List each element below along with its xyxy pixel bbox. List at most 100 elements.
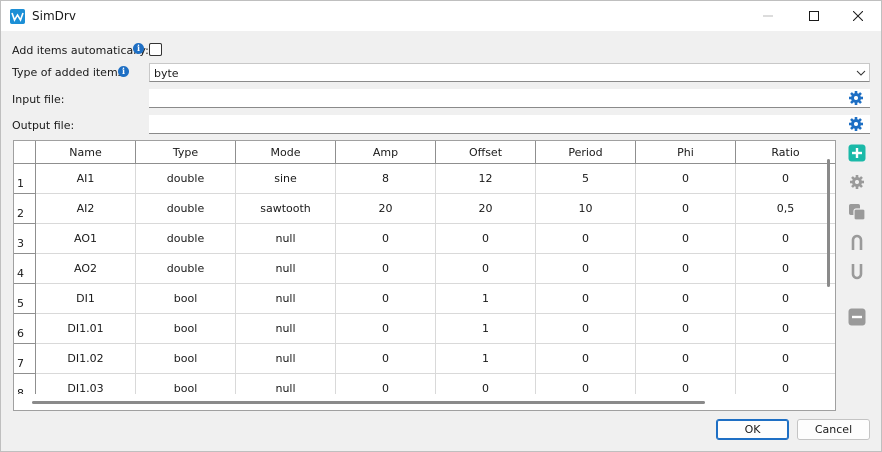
table-cell[interactable]: 0 (336, 344, 436, 374)
table-cell[interactable]: 0 (736, 224, 835, 254)
table-cell[interactable]: null (236, 224, 336, 254)
column-header-type[interactable]: Type (136, 141, 236, 164)
simdrv-dialog: SimDrv Add items automatically: i Type o… (0, 0, 882, 452)
table-cell[interactable]: DI1 (36, 284, 136, 314)
type-select[interactable]: byte (149, 63, 870, 82)
gear-icon[interactable] (848, 116, 864, 132)
table-cell[interactable]: 0 (336, 314, 436, 344)
row-number[interactable]: 1 (14, 164, 36, 194)
add-auto-label: Add items automatically: (12, 44, 149, 57)
table-cell[interactable]: sine (236, 164, 336, 194)
remove-icon[interactable] (847, 307, 866, 326)
table-cell[interactable]: 0 (636, 314, 736, 344)
cancel-button[interactable]: Cancel (797, 419, 870, 440)
table-cell[interactable]: null (236, 344, 336, 374)
vertical-scrollbar[interactable] (827, 159, 830, 287)
table-cell[interactable]: 12 (436, 164, 536, 194)
table-cell[interactable]: 0 (436, 224, 536, 254)
table-cell[interactable]: AI2 (36, 194, 136, 224)
table-cell[interactable]: 0 (736, 254, 835, 284)
gear-icon[interactable] (847, 172, 866, 191)
column-header-ratio[interactable]: Ratio (736, 141, 835, 164)
table-cell[interactable]: 0,5 (736, 194, 835, 224)
table-cell[interactable]: sawtooth (236, 194, 336, 224)
table-cell[interactable]: 10 (536, 194, 636, 224)
row-number[interactable]: 3 (14, 224, 36, 254)
table-cell[interactable]: 1 (436, 344, 536, 374)
horizontal-scrollbar[interactable] (32, 401, 705, 404)
row-number[interactable]: 5 (14, 284, 36, 314)
table-cell[interactable]: bool (136, 314, 236, 344)
table-cell[interactable]: null (236, 284, 336, 314)
table-cell[interactable]: 0 (636, 254, 736, 284)
column-header-amp[interactable]: Amp (336, 141, 436, 164)
table-cell[interactable]: DI1.02 (36, 344, 136, 374)
column-header-phi[interactable]: Phi (636, 141, 736, 164)
info-icon[interactable]: i (133, 43, 144, 54)
column-header-offset[interactable]: Offset (436, 141, 536, 164)
table-cell[interactable]: 0 (736, 314, 835, 344)
title-bar[interactable]: SimDrv (1, 1, 881, 31)
table-cell[interactable]: null (236, 254, 336, 284)
add-auto-checkbox[interactable] (149, 43, 162, 56)
row-number[interactable]: 2 (14, 194, 36, 224)
table-cell[interactable]: 0 (336, 224, 436, 254)
ok-button[interactable]: OK (716, 419, 789, 440)
table-cell[interactable]: 0 (736, 164, 835, 194)
table-cell[interactable]: 0 (536, 284, 636, 314)
table-cell[interactable]: 20 (436, 194, 536, 224)
table-cell[interactable]: 1 (436, 284, 536, 314)
table-cell[interactable]: 0 (736, 344, 835, 374)
input-file-field[interactable] (149, 89, 870, 108)
close-button[interactable] (835, 1, 881, 31)
table-cell[interactable]: 8 (336, 164, 436, 194)
output-file-field[interactable] (149, 115, 870, 134)
table-cell[interactable]: 0 (536, 224, 636, 254)
table-cell[interactable]: 0 (536, 314, 636, 344)
column-header-name[interactable]: Name (36, 141, 136, 164)
table-cell[interactable]: double (136, 224, 236, 254)
table-cell[interactable]: 1 (436, 314, 536, 344)
type-label: Type of added items: (12, 66, 128, 79)
table-cell[interactable]: 0 (636, 194, 736, 224)
table-cell[interactable]: 0 (336, 254, 436, 284)
move-down-icon[interactable] (847, 262, 866, 281)
table-cell[interactable]: bool (136, 344, 236, 374)
table-cell[interactable]: null (236, 314, 336, 344)
table-cell[interactable]: double (136, 254, 236, 284)
table-cell[interactable]: AO2 (36, 254, 136, 284)
table-cell[interactable]: 0 (436, 254, 536, 284)
row-number[interactable]: 6 (14, 314, 36, 344)
table-cell[interactable]: 0 (636, 284, 736, 314)
table-cell[interactable]: 20 (336, 194, 436, 224)
app-logo-icon (10, 9, 25, 24)
table-corner[interactable] (14, 141, 36, 164)
maximize-button[interactable] (791, 1, 837, 31)
table-cell[interactable]: 0 (636, 164, 736, 194)
table-cell[interactable]: AO1 (36, 224, 136, 254)
table-cell[interactable]: DI1.01 (36, 314, 136, 344)
output-file-label: Output file: (12, 119, 75, 132)
row-number[interactable]: 7 (14, 344, 36, 374)
duplicate-icon[interactable] (847, 202, 866, 221)
table-cell[interactable]: AI1 (36, 164, 136, 194)
table-cell[interactable]: double (136, 164, 236, 194)
table-cell[interactable]: 0 (636, 224, 736, 254)
table-cell[interactable]: double (136, 194, 236, 224)
table-cell[interactable]: bool (136, 284, 236, 314)
table-cell[interactable]: 0 (736, 284, 835, 314)
table-cell[interactable]: 0 (636, 344, 736, 374)
row-number[interactable]: 4 (14, 254, 36, 284)
add-icon[interactable] (847, 143, 866, 162)
items-table[interactable]: Name Type Mode Amp Offset Period Phi Rat… (13, 140, 836, 411)
table-cell[interactable]: 5 (536, 164, 636, 194)
table-cell[interactable]: 0 (536, 344, 636, 374)
column-header-mode[interactable]: Mode (236, 141, 336, 164)
info-icon[interactable]: i (118, 66, 129, 77)
minimize-button[interactable] (745, 1, 791, 31)
column-header-period[interactable]: Period (536, 141, 636, 164)
table-cell[interactable]: 0 (336, 284, 436, 314)
move-up-icon[interactable] (847, 232, 866, 251)
table-cell[interactable]: 0 (536, 254, 636, 284)
gear-icon[interactable] (848, 90, 864, 106)
